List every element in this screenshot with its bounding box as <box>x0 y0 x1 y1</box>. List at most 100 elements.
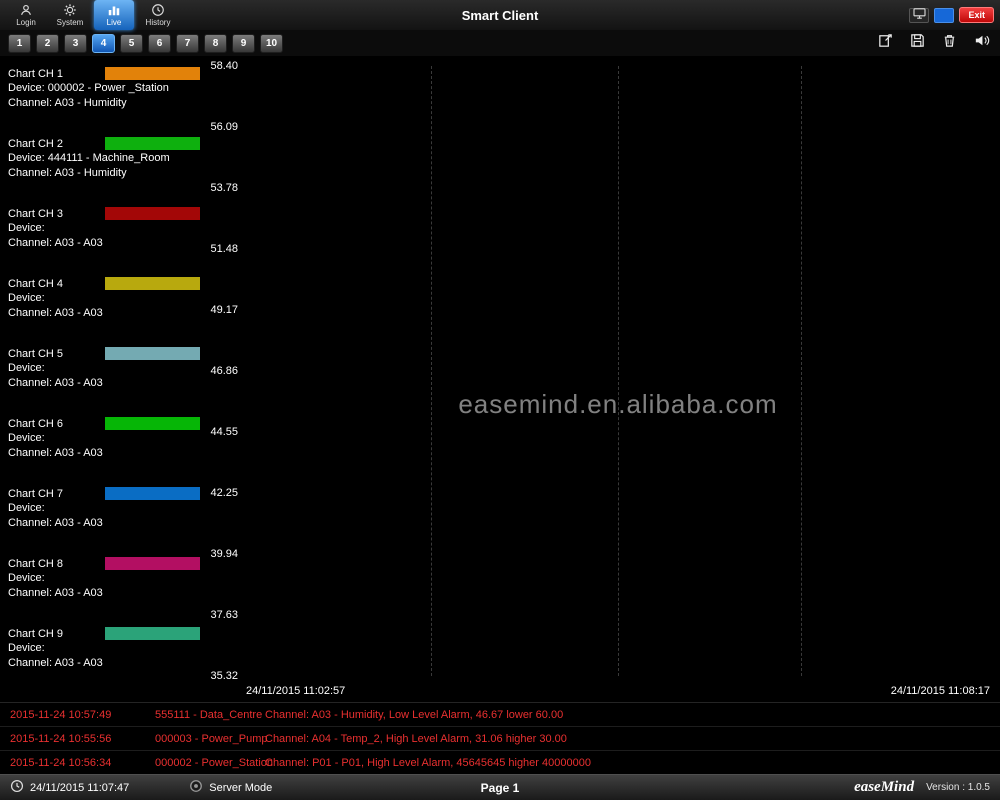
top-bar: LoginSystemLiveHistory Smart Client Exit <box>0 0 1000 30</box>
channel-name: Chart CH 8 <box>8 558 63 570</box>
channel-block-6[interactable]: Chart CH 6Device:Channel: A03 - A03 <box>8 416 204 461</box>
nav-system-button[interactable]: System <box>50 0 90 30</box>
main-area: Chart CH 1Device: 000002 - Power _Statio… <box>0 56 1000 702</box>
tab-row: 123456789 10 <box>0 30 1000 56</box>
tab-1[interactable]: 1 <box>8 34 31 53</box>
server-mode-icon <box>189 779 203 796</box>
save-icon <box>909 32 926 54</box>
tab-9[interactable]: 9 <box>232 34 255 53</box>
brand-logo: easeMind <box>854 779 914 796</box>
nav-label: Login <box>16 18 36 27</box>
tab-5[interactable]: 5 <box>120 34 143 53</box>
channel-block-3[interactable]: Chart CH 3Device:Channel: A03 - A03 <box>8 206 204 251</box>
y-tick: 46.86 <box>210 365 238 377</box>
tab-7[interactable]: 7 <box>176 34 199 53</box>
channel-channel: Channel: A03 - A03 <box>8 656 204 671</box>
channel-channel: Channel: A03 - Humidity <box>8 166 204 181</box>
y-tick: 49.17 <box>210 304 238 316</box>
channel-device: Device: <box>8 571 204 586</box>
tab-10[interactable]: 10 <box>260 34 283 53</box>
server-mode-group: Server Mode <box>189 779 272 796</box>
channel-channel: Channel: A03 - A03 <box>8 586 204 601</box>
window-controls: Exit <box>909 7 994 23</box>
delete-button[interactable] <box>938 33 960 53</box>
alarm-time: 2015-11-24 10:55:56 <box>10 733 155 745</box>
y-tick: 51.48 <box>210 243 238 255</box>
alarm-device: 555111 - Data_Centre <box>155 709 265 721</box>
main-nav: Login System Live History <box>6 0 178 30</box>
monitor-button[interactable] <box>909 8 929 23</box>
y-tick: 42.25 <box>210 487 238 499</box>
channel-device: Device: <box>8 431 204 446</box>
channel-color-swatch <box>105 627 200 640</box>
status-bar: 24/11/2015 11:07:47 Server Mode Page 1 e… <box>0 774 1000 800</box>
tab-2[interactable]: 2 <box>36 34 59 53</box>
channel-name: Chart CH 6 <box>8 418 63 430</box>
channel-block-2[interactable]: Chart CH 2Device: 444111 - Machine_RoomC… <box>8 136 204 181</box>
y-axis: 58.4056.0953.7851.4849.1746.8644.5542.25… <box>204 56 242 702</box>
tab-6[interactable]: 6 <box>148 34 171 53</box>
plot: easemind.en.alibaba.com <box>244 66 992 676</box>
server-mode-label: Server Mode <box>209 782 272 794</box>
channel-block-7[interactable]: Chart CH 7Device:Channel: A03 - A03 <box>8 486 204 531</box>
monitor-icon <box>913 6 926 24</box>
channel-color-swatch <box>105 137 200 150</box>
channel-channel: Channel: A03 - A03 <box>8 376 204 391</box>
channel-block-5[interactable]: Chart CH 5Device:Channel: A03 - A03 <box>8 346 204 391</box>
channel-device: Device: <box>8 361 204 376</box>
nav-login-button[interactable]: Login <box>6 0 46 30</box>
edit-button[interactable] <box>874 33 896 53</box>
alarm-row[interactable]: 2015-11-24 10:56:34000002 - Power_Statio… <box>0 751 1000 775</box>
channel-name: Chart CH 5 <box>8 348 63 360</box>
channel-color-swatch <box>105 277 200 290</box>
exit-button[interactable]: Exit <box>959 7 994 23</box>
alarm-row[interactable]: 2015-11-24 10:55:56000003 - Power_PumpCh… <box>0 727 1000 751</box>
channel-block-8[interactable]: Chart CH 8Device:Channel: A03 - A03 <box>8 556 204 601</box>
volume-icon <box>973 32 990 54</box>
version-label: Version : 1.0.5 <box>926 782 990 793</box>
channel-name: Chart CH 4 <box>8 278 63 290</box>
alarm-time: 2015-11-24 10:57:49 <box>10 709 155 721</box>
y-tick: 37.63 <box>210 609 238 621</box>
y-axis-inner: 58.4056.0953.7851.4849.1746.8644.5542.25… <box>204 66 242 676</box>
chart-toolbar <box>874 33 992 53</box>
nav-label: Live <box>107 18 122 27</box>
save-button[interactable] <box>906 33 928 53</box>
tab-8[interactable]: 8 <box>204 34 227 53</box>
channel-device: Device: 000002 - Power _Station <box>8 81 204 96</box>
nav-label: History <box>146 18 171 27</box>
volume-button[interactable] <box>970 33 992 53</box>
alarm-time: 2015-11-24 10:56:34 <box>10 757 155 769</box>
channel-block-1[interactable]: Chart CH 1Device: 000002 - Power _Statio… <box>8 66 204 111</box>
channel-device: Device: <box>8 291 204 306</box>
live-icon <box>107 3 121 17</box>
channel-channel: Channel: A03 - A03 <box>8 446 204 461</box>
channel-block-9[interactable]: Chart CH 9Device:Channel: A03 - A03 <box>8 626 204 671</box>
alarm-device: 000003 - Power_Pump <box>155 733 265 745</box>
system-icon <box>63 3 77 17</box>
y-tick: 53.78 <box>210 182 238 194</box>
nav-history-button[interactable]: History <box>138 0 178 30</box>
login-icon <box>19 3 33 17</box>
alarm-row[interactable]: 2015-11-24 10:57:49555111 - Data_CentreC… <box>0 703 1000 727</box>
channel-color-swatch <box>105 207 200 220</box>
channel-block-4[interactable]: Chart CH 4Device:Channel: A03 - A03 <box>8 276 204 321</box>
nav-label: System <box>57 18 84 27</box>
theme-button[interactable] <box>934 8 954 23</box>
channel-name: Chart CH 7 <box>8 488 63 500</box>
tab-3[interactable]: 3 <box>64 34 87 53</box>
status-right: easeMind Version : 1.0.5 <box>854 779 990 796</box>
channel-channel: Channel: A03 - Humidity <box>8 96 204 111</box>
x-start-label: 24/11/2015 11:02:57 <box>246 685 345 697</box>
y-tick: 35.32 <box>210 670 238 682</box>
status-datetime: 24/11/2015 11:07:47 <box>30 782 129 794</box>
nav-live-button[interactable]: Live <box>94 0 134 30</box>
alarm-message: Channel: A04 - Temp_2, High Level Alarm,… <box>265 733 1000 745</box>
page-indicator: Page 1 <box>0 781 1000 795</box>
channel-channel: Channel: A03 - A03 <box>8 306 204 321</box>
tab-4[interactable]: 4 <box>92 34 115 53</box>
smart-client-window: LoginSystemLiveHistory Smart Client Exit… <box>0 0 1000 800</box>
channel-channel: Channel: A03 - A03 <box>8 516 204 531</box>
channel-device: Device: <box>8 501 204 516</box>
status-datetime-group: 24/11/2015 11:07:47 <box>10 779 129 796</box>
